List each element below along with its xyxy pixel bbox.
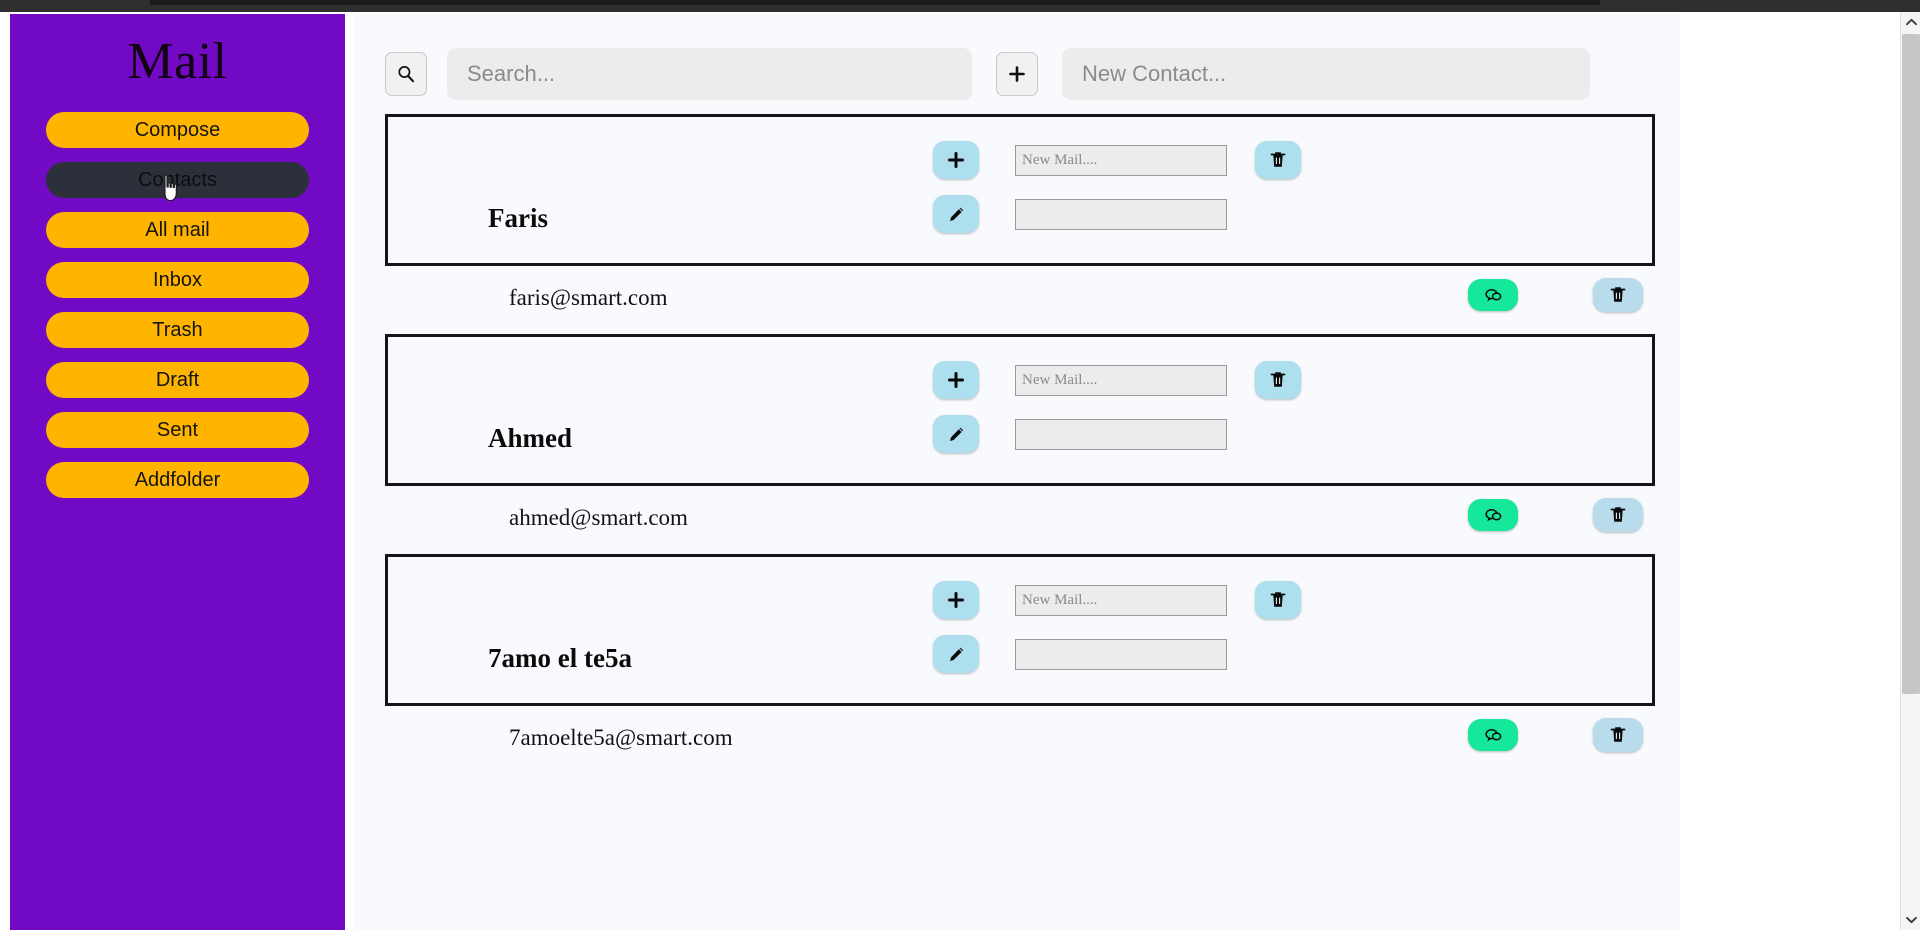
toolbar [385,46,1655,102]
trash-icon [1610,507,1626,522]
contact-name: Faris [488,203,548,233]
chat-button[interactable] [1468,279,1518,311]
plus-icon [948,152,964,168]
sidebar-item-sent[interactable]: Sent [46,412,309,448]
email-row-actions [1468,498,1643,532]
contact-card-controls [933,141,1473,249]
email-row-actions [1468,278,1643,312]
sidebar-nav: Compose Contacts All mail Inbox Trash Dr… [10,112,345,498]
add-mail-button[interactable] [933,141,979,179]
contact-list: Faris New Mail.... faris@smart.com Ahmed… [385,114,1655,774]
delete-email-button[interactable] [1593,718,1643,752]
plus-icon [948,592,964,608]
chat-bubble-icon [1485,288,1502,301]
edit-name-input[interactable] [1015,418,1227,450]
contact-card-controls [933,581,1473,689]
app-brand-title: Mail [127,33,228,90]
vertical-scrollbar[interactable] [1900,12,1920,930]
add-mail-button[interactable] [933,361,979,399]
edit-name-row [933,195,1473,233]
pencil-icon [949,427,963,441]
contact-email-row: ahmed@smart.com [385,486,1655,554]
sidebar-item-contacts[interactable]: Contacts [46,162,309,198]
delete-contact-button[interactable] [1255,141,1301,179]
edit-name-input[interactable] [1015,198,1227,230]
scrollbar-down-button[interactable] [1901,910,1920,930]
pencil-icon [949,207,963,221]
sidebar-item-draft[interactable]: Draft [46,362,309,398]
chat-bubble-icon [1485,728,1502,741]
contact-email: 7amoelte5a@smart.com [509,725,733,750]
sidebar-item-compose[interactable]: Compose [46,112,309,148]
scrollbar-up-button[interactable] [1901,12,1920,32]
edit-name-input[interactable] [1015,638,1227,670]
sidebar-item-addfolder[interactable]: Addfolder [46,462,309,498]
add-mail-row [933,581,1473,619]
add-mail-button[interactable] [933,581,979,619]
sidebar: Mail Compose Contacts All mail Inbox Tra… [10,14,345,930]
trash-icon [1270,152,1286,167]
edit-contact-button[interactable] [933,415,979,453]
contact-email: faris@smart.com [509,285,668,310]
delete-email-button[interactable] [1593,498,1643,532]
contact-card: 7amo el te5a [385,554,1655,706]
contact-email-row: faris@smart.com [385,266,1655,334]
delete-contact-button[interactable] [1255,361,1301,399]
delete-email-button[interactable] [1593,278,1643,312]
contact-name: Ahmed [488,423,573,453]
plus-icon [1009,66,1025,82]
new-contact-input[interactable] [1062,48,1590,100]
new-mail-input[interactable] [1015,144,1227,176]
contact-email-row: 7amoelte5a@smart.com [385,706,1655,774]
main-content-panel: Faris [355,14,1680,930]
contact-card-controls [933,361,1473,469]
new-mail-input[interactable] [1015,364,1227,396]
sidebar-item-all-mail[interactable]: All mail [46,212,309,248]
sidebar-item-inbox[interactable]: Inbox [46,262,309,298]
trash-icon [1270,372,1286,387]
delete-contact-button[interactable] [1255,581,1301,619]
contact-email: ahmed@smart.com [509,505,688,530]
sidebar-item-trash[interactable]: Trash [46,312,309,348]
contact-name: 7amo el te5a [488,643,632,673]
edit-name-row [933,635,1473,673]
mail-app: Mail Compose Contacts All mail Inbox Tra… [0,12,1900,930]
contact-card: Ahmed [385,334,1655,486]
chat-button[interactable] [1468,719,1518,751]
plus-icon [948,372,964,388]
search-icon [398,66,415,83]
edit-name-row [933,415,1473,453]
add-mail-row [933,361,1473,399]
pencil-icon [949,647,963,661]
add-contact-button[interactable] [996,52,1038,96]
email-row-actions [1468,718,1643,752]
chevron-up-icon [1905,18,1917,26]
chat-bubble-icon [1485,508,1502,521]
trash-icon [1610,727,1626,742]
scrollbar-thumb[interactable] [1902,34,1920,694]
chat-button[interactable] [1468,499,1518,531]
chevron-down-icon [1905,916,1917,924]
contact-card: Faris [385,114,1655,266]
edit-contact-button[interactable] [933,635,979,673]
trash-icon [1610,287,1626,302]
search-button[interactable] [385,52,427,96]
search-input[interactable] [447,48,972,100]
window-title-bar [0,0,1920,12]
trash-icon [1270,592,1286,607]
new-mail-input[interactable] [1015,584,1227,616]
edit-contact-button[interactable] [933,195,979,233]
window-title-bar-inner [150,0,1600,5]
add-mail-row [933,141,1473,179]
